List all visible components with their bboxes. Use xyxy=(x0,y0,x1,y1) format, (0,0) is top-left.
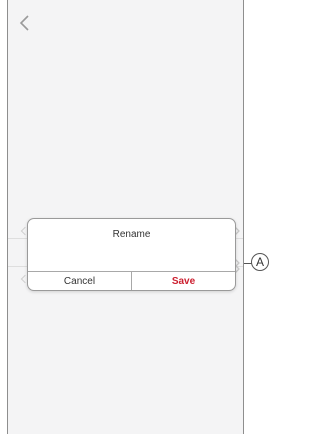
rename-dialog: Rename Cancel Save xyxy=(27,218,236,291)
cancel-button[interactable]: Cancel xyxy=(28,272,132,290)
save-button[interactable]: Save xyxy=(132,272,235,290)
back-chevron-icon[interactable] xyxy=(18,14,32,32)
app-screen: Rename Cancel Save xyxy=(7,0,244,434)
callout-marker: A xyxy=(251,253,269,271)
rename-input[interactable] xyxy=(28,243,235,271)
dialog-button-bar: Cancel Save xyxy=(28,271,235,290)
dialog-title: Rename xyxy=(112,229,151,240)
